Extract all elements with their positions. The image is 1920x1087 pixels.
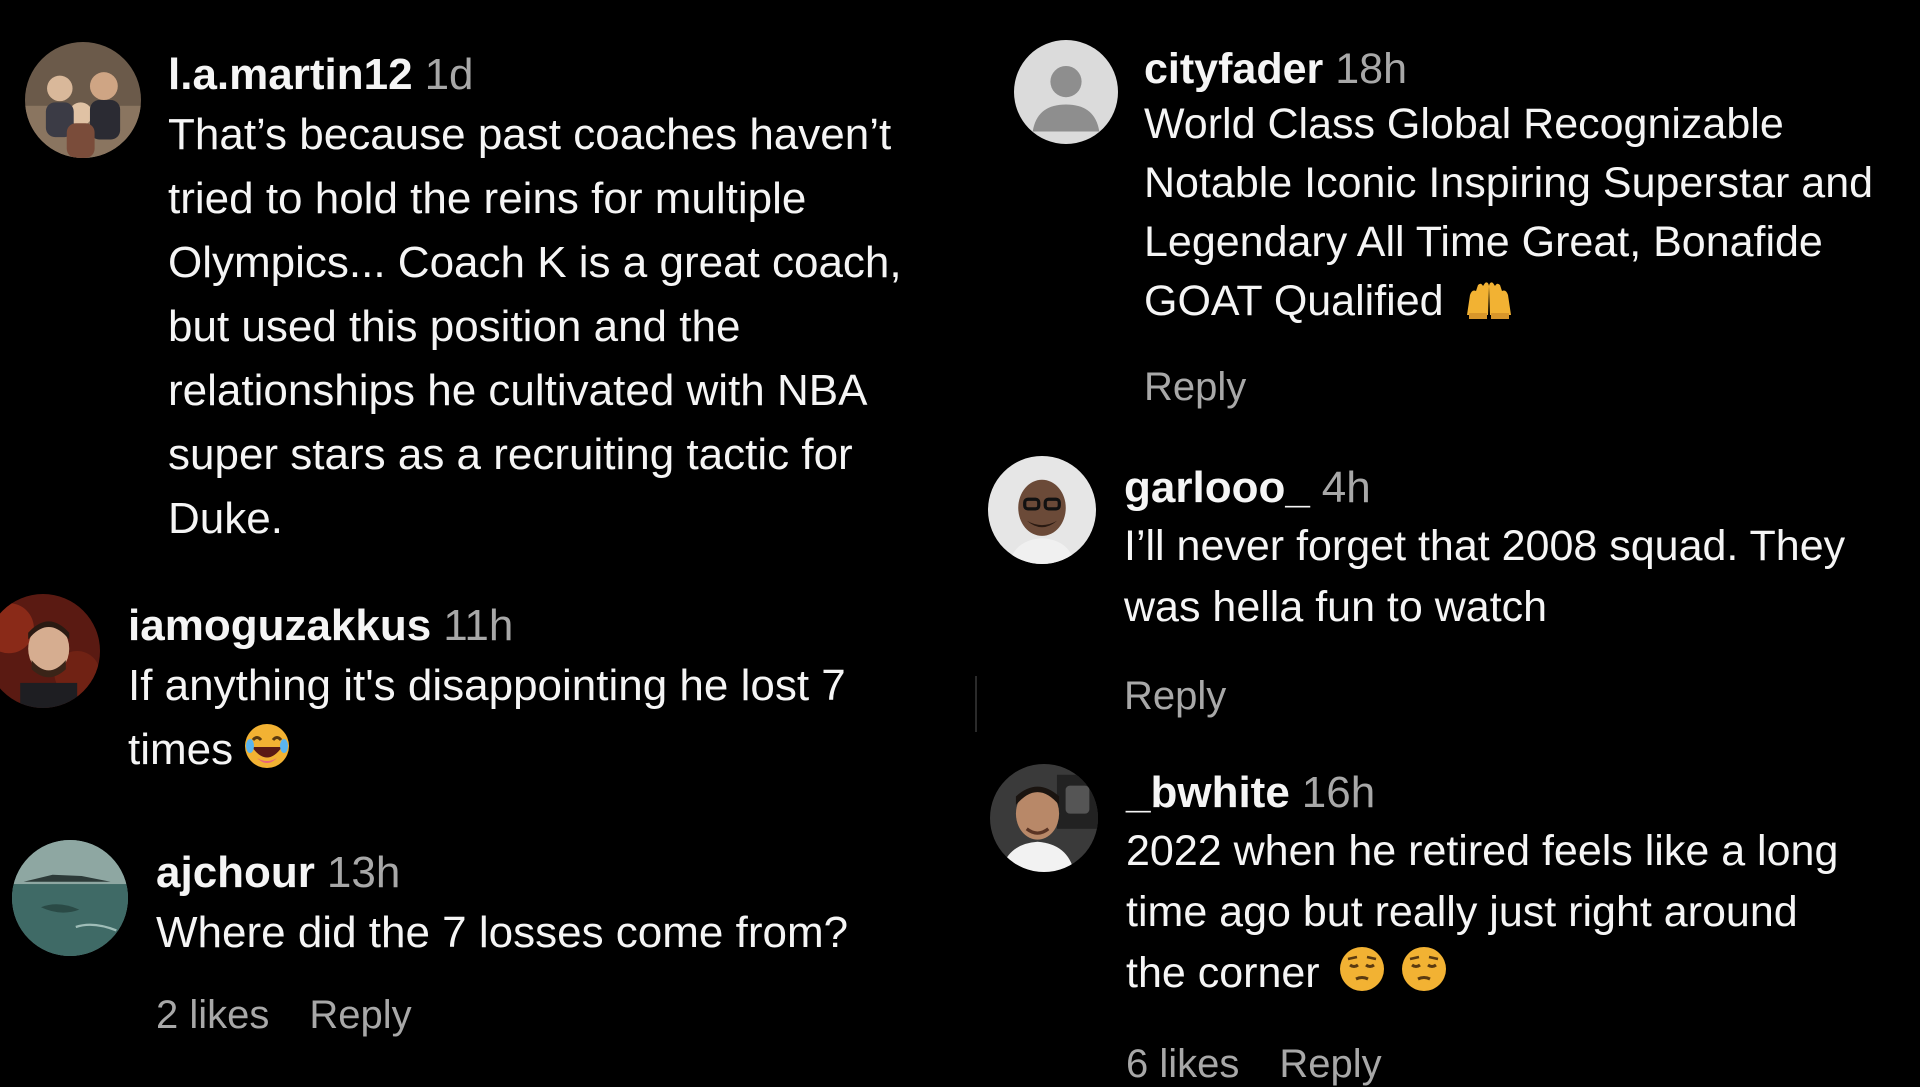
username[interactable]: cityfader [1144, 45, 1323, 93]
comment-text: Where did the 7 losses come from? [156, 901, 986, 965]
username[interactable]: garlooo_ [1124, 463, 1310, 512]
likes-count[interactable]: 6 likes [1126, 1042, 1239, 1086]
comment-text: That’s because past coaches haven’t trie… [168, 103, 988, 551]
timestamp: 18h [1335, 45, 1407, 93]
avatar[interactable] [1014, 40, 1118, 144]
timestamp: 4h [1321, 463, 1371, 512]
username[interactable]: l.a.martin12 [168, 50, 413, 99]
avatar-photo-icon [12, 840, 128, 956]
comment-text-line: tried to hold the reins for multiple [168, 174, 807, 223]
comment-text-line: Duke. [168, 494, 283, 543]
avatar-photo-icon [25, 42, 141, 158]
username[interactable]: ajchour [156, 848, 315, 897]
timestamp: 16h [1301, 768, 1376, 817]
reply-button[interactable]: Reply [1279, 1042, 1381, 1086]
pensive-face-emoji-icon [1400, 945, 1448, 1010]
avatar[interactable] [25, 42, 141, 158]
username[interactable]: _bwhite [1126, 768, 1290, 817]
comment-text-line: the corner [1126, 943, 1920, 1010]
comment-text-line-words: the corner [1126, 949, 1320, 997]
comment-text-line: relationships he cultivated with NBA [168, 366, 868, 415]
comment-text: I’ll never forget that 2008 squad. They … [1124, 516, 1920, 638]
comment-text-line: Olympics... Coach K is a great coach, [168, 238, 902, 287]
comment-text-line: time ago but really just right around [1126, 888, 1798, 936]
reply-button[interactable]: Reply [309, 993, 411, 1037]
comment-text-line-words: GOAT Qualified [1144, 277, 1444, 325]
timestamp: 11h [443, 601, 514, 650]
laughing-emoji-icon [243, 722, 291, 788]
comment-text-line: 2022 when he retired feels like a long [1126, 827, 1839, 875]
comment-text-line: was hella fun to watch [1124, 583, 1548, 631]
avatar-photo-icon [988, 456, 1096, 564]
comment-text-line: World Class Global Recognizable [1144, 100, 1784, 148]
comment-text: 2022 when he retired feels like a long t… [1126, 821, 1920, 1010]
reply-button[interactable]: Reply [1124, 674, 1226, 718]
likes-count[interactable]: 2 likes [156, 993, 269, 1037]
comment-text-line: GOAT Qualified [1144, 272, 1920, 337]
raised-hands-emoji-icon [1464, 278, 1514, 337]
comment-actions: 6 likes Reply [1126, 1042, 1920, 1087]
comment-text-line: times [128, 718, 988, 788]
avatar[interactable] [0, 594, 100, 708]
comment-text-line: Legendary All Time Great, Bonafide [1144, 218, 1823, 266]
divider [975, 676, 977, 732]
avatar[interactable] [990, 764, 1098, 872]
avatar[interactable] [12, 840, 128, 956]
comment-text-line: but used this position and the [168, 302, 741, 351]
comment-actions: Reply [1124, 674, 1920, 719]
comment-text: World Class Global Recognizable Notable … [1144, 95, 1920, 337]
reply-button[interactable]: Reply [1144, 365, 1246, 409]
default-avatar-icon [1014, 40, 1118, 144]
comment-text-line: I’ll never forget that 2008 squad. They [1124, 522, 1846, 570]
pensive-face-emoji-icon [1338, 945, 1386, 1010]
avatar-photo-icon [990, 764, 1098, 872]
comment-text-line: Where did the 7 losses come from? [156, 908, 849, 957]
comment-text-line: Notable Iconic Inspiring Superstar and [1144, 159, 1874, 207]
timestamp: 13h [326, 848, 401, 897]
comment-text-line-words: times [128, 725, 234, 774]
comment-text-line: That’s because past coaches haven’t [168, 110, 892, 159]
comment-text-line: If anything it's disappointing he lost 7 [128, 661, 846, 710]
comment-text-line: super stars as a recruiting tactic for [168, 430, 853, 479]
avatar-photo-icon [0, 594, 100, 708]
timestamp: 1d [424, 50, 474, 99]
comment-actions: 2 likes Reply [156, 993, 986, 1038]
username[interactable]: iamoguzakkus [128, 601, 431, 650]
comment-actions: Reply [1144, 365, 1920, 410]
comment-text: If anything it's disappointing he lost 7… [128, 654, 988, 788]
avatar[interactable] [988, 456, 1096, 564]
